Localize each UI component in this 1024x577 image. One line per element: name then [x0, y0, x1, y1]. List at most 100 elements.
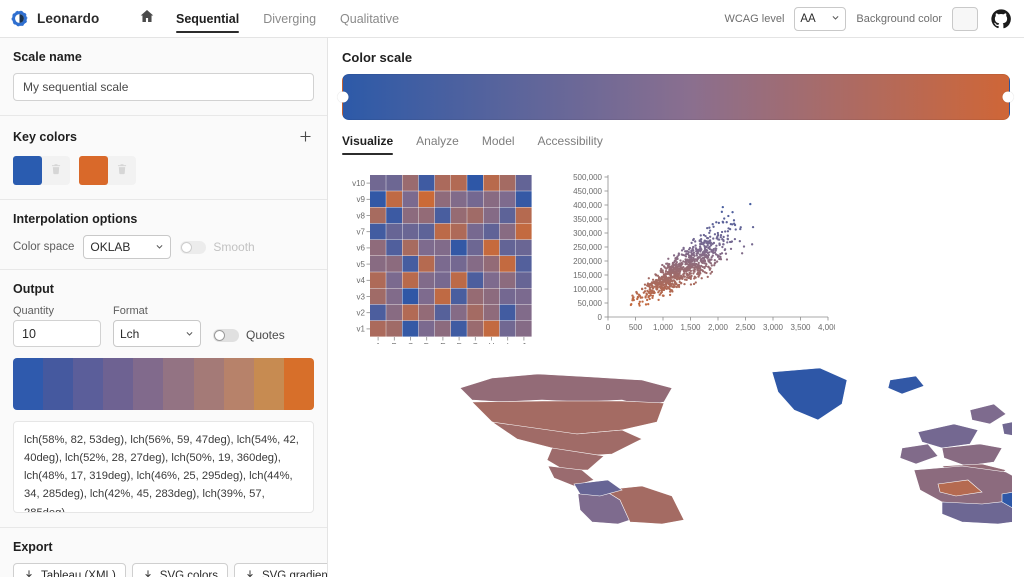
scatter-point — [720, 230, 724, 234]
scatter-point — [667, 257, 670, 260]
heatmap-cell — [434, 191, 451, 207]
scatter-point — [661, 278, 665, 281]
scatter-point — [715, 260, 719, 263]
scatter-point — [676, 270, 679, 273]
scatter-point — [671, 269, 674, 272]
background-color-swatch[interactable] — [952, 6, 978, 31]
svg-text:v10: v10 — [352, 179, 365, 188]
scatter-point — [703, 260, 707, 263]
heatmap-cell — [483, 175, 500, 191]
heatmap-cell — [515, 256, 532, 272]
scatter-point — [688, 275, 691, 279]
scatter-point — [672, 265, 675, 268]
svg-text:50,000: 50,000 — [578, 299, 603, 308]
svg-text:450,000: 450,000 — [573, 187, 602, 196]
scatter-point — [672, 279, 675, 282]
export-tableau-xml-button[interactable]: Tableau (XML) — [13, 563, 126, 577]
scatter-chart: 0 50,000 100,000 150,000 200,000 250,000 300,0… — [573, 173, 835, 332]
svg-text:100,000: 100,000 — [573, 285, 602, 294]
scatter-point — [647, 303, 650, 306]
add-key-color-button[interactable] — [296, 128, 314, 146]
gradient-handle-end[interactable] — [1002, 91, 1014, 103]
output-swatch — [223, 358, 254, 410]
output-swatch — [133, 358, 164, 410]
scatter-point — [644, 303, 648, 306]
color-space-select[interactable]: OKLAB — [83, 235, 172, 259]
export-svg-colors-button[interactable]: SVG colors — [131, 563, 228, 577]
tab-visualize[interactable]: Visualize — [342, 134, 394, 155]
color-scale-gradient[interactable] — [337, 74, 1014, 120]
scatter-point — [689, 260, 692, 263]
quantity-label: Quantity — [13, 305, 54, 317]
nav-item-sequential[interactable]: Sequential — [176, 0, 240, 38]
scatter-point — [725, 221, 728, 224]
scatter-point — [749, 202, 752, 206]
svg-text:2,000: 2,000 — [708, 323, 729, 332]
tab-accessibility[interactable]: Accessibility — [538, 134, 603, 155]
scatter-point — [686, 276, 689, 279]
scatter-point — [722, 238, 725, 242]
scatter-point — [709, 235, 712, 238]
scatter-point — [661, 288, 664, 292]
scatter-point — [692, 245, 695, 249]
tab-analyze[interactable]: Analyze — [416, 134, 459, 155]
delete-key-color-button[interactable] — [42, 156, 70, 185]
scatter-point — [698, 240, 701, 243]
output-code-values[interactable]: lch(58%, 82, 53deg), lch(56%, 59, 47deg)… — [13, 421, 314, 513]
format-select[interactable]: Lch — [113, 320, 201, 347]
scatter-point — [641, 296, 644, 299]
output-swatch — [283, 358, 314, 410]
scatter-point — [728, 228, 732, 231]
delete-key-color-button[interactable] — [108, 156, 136, 185]
scatter-point — [705, 241, 709, 245]
heatmap-cell — [499, 223, 516, 240]
scatter-point — [654, 273, 658, 277]
heatmap-cell — [418, 191, 435, 207]
quantity-input[interactable] — [13, 320, 101, 347]
scatter-point — [697, 264, 700, 268]
quotes-toggle-label: Quotes — [246, 328, 285, 342]
heatmap-cell — [418, 223, 435, 240]
home-button[interactable] — [134, 8, 160, 29]
format-field: Format Lch — [113, 305, 201, 347]
scale-name-input[interactable] — [13, 73, 314, 101]
key-color-swatch[interactable] — [79, 156, 108, 185]
scatter-point — [690, 241, 693, 245]
scatter-point — [694, 265, 698, 268]
tab-model[interactable]: Model — [482, 134, 515, 155]
nav-item-diverging[interactable]: Diverging — [263, 0, 316, 38]
map-country — [899, 443, 939, 465]
heatmap-cell — [467, 207, 483, 224]
brand: Leonardo — [10, 9, 120, 28]
wcag-level-select[interactable]: AA — [794, 6, 847, 31]
svg-text:2,500: 2,500 — [735, 323, 756, 332]
scatter-point — [654, 279, 657, 283]
scatter-point — [690, 256, 693, 259]
scatter-point — [649, 294, 653, 297]
heatmap-cell — [386, 272, 402, 288]
scatter-point — [723, 248, 726, 252]
key-color-swatch[interactable] — [13, 156, 42, 185]
github-icon[interactable] — [990, 8, 1012, 30]
output-swatch-strip[interactable] — [13, 358, 314, 410]
scatter-point — [669, 288, 672, 292]
scatter-point — [717, 254, 720, 257]
export-svg-gradient-button[interactable]: SVG gradient — [233, 563, 327, 577]
scatter-point — [676, 266, 679, 269]
scatter-point — [669, 275, 672, 278]
scatter-point — [680, 282, 683, 285]
scatter-point — [659, 270, 663, 273]
scatter-point — [697, 275, 700, 278]
heatmap-cell — [499, 304, 516, 321]
heatmap-cell — [467, 320, 483, 337]
scatter-point — [715, 244, 718, 247]
smooth-toggle[interactable]: Smooth — [180, 240, 255, 254]
gradient-handle-start[interactable] — [337, 91, 349, 103]
nav-item-qualitative[interactable]: Qualitative — [340, 0, 399, 38]
quotes-toggle[interactable]: Quotes — [213, 328, 285, 347]
scatter-point — [703, 250, 706, 253]
heatmap-cell — [515, 320, 532, 337]
scatter-point — [705, 236, 709, 240]
home-icon — [139, 8, 155, 29]
scatter-point — [710, 258, 713, 261]
